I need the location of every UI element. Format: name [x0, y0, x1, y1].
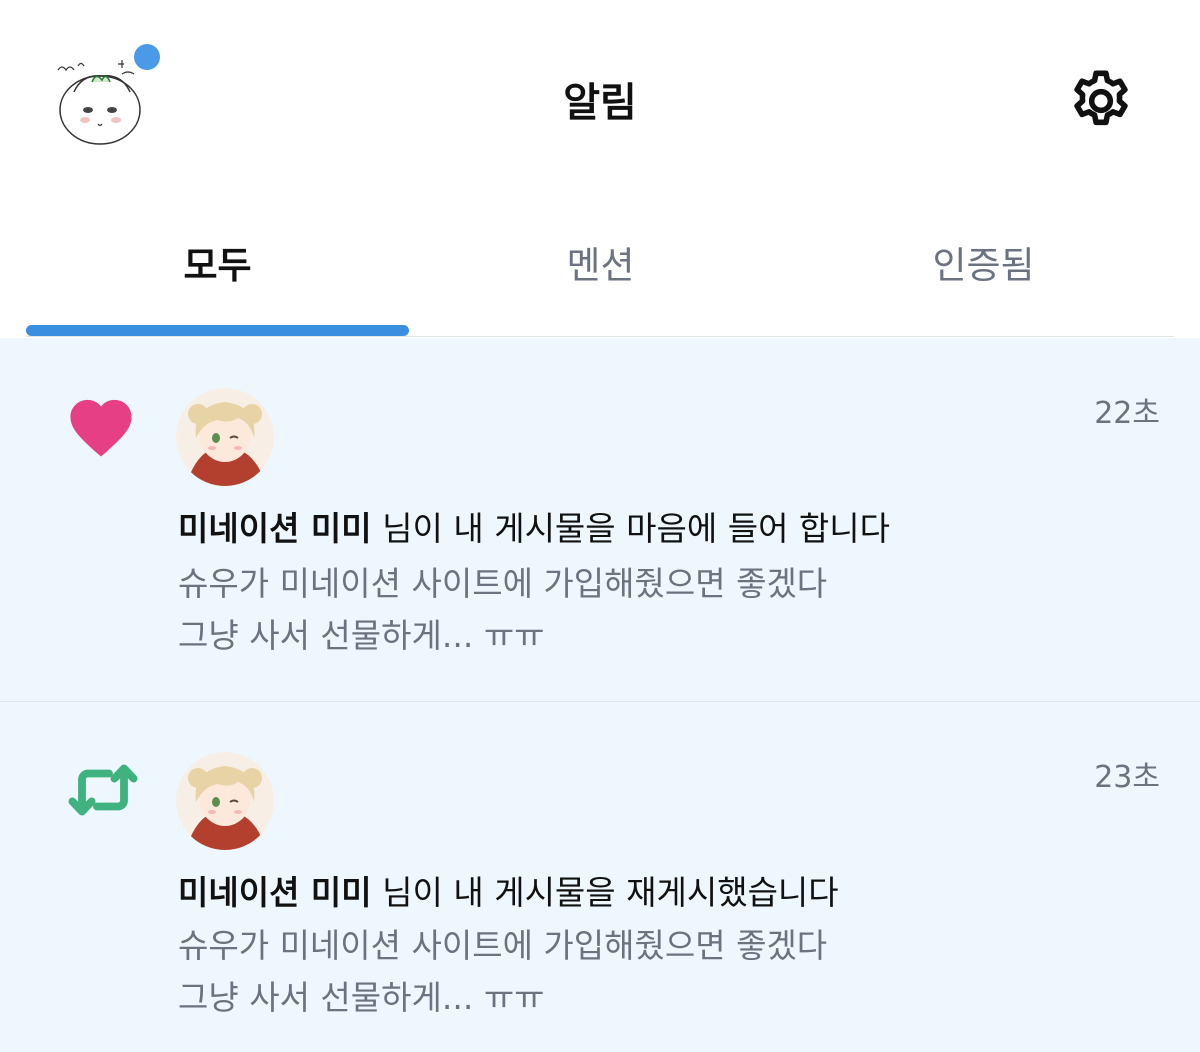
header: 알림 [0, 0, 1200, 195]
notification-action: 님이 내 게시물을 재게시했습니다 [371, 873, 839, 912]
active-tab-indicator [26, 325, 409, 336]
notifications-screen: 알림 모두 멘션 인증됨 22초 미네이션 미미 님이 내 게시물을 마음에 들… [0, 0, 1200, 1052]
preview-line: 슈우가 미네이션 사이트에 가입해줬으면 좋겠다 [178, 926, 828, 965]
repost-icon [66, 760, 138, 824]
notification-item[interactable]: 22초 미네이션 미미 님이 내 게시물을 마음에 들어 합니다 슈우가 미네이… [0, 338, 1200, 702]
avatar[interactable] [176, 388, 274, 486]
settings-button[interactable] [1066, 66, 1136, 136]
post-preview[interactable]: 슈우가 미네이션 사이트에 가입해줬으면 좋겠다 그냥 사서 선물하게... ㅠ… [178, 558, 827, 662]
tab-divider [26, 336, 1174, 337]
avatar[interactable] [176, 752, 274, 850]
notification-text: 미네이션 미미 님이 내 게시물을 재게시했습니다 [178, 866, 839, 914]
preview-line: 그냥 사서 선물하게... ㅠㅠ [178, 978, 545, 1017]
page-title: 알림 [563, 80, 637, 126]
user-name-link[interactable]: 미네이션 미미 [178, 509, 372, 548]
timestamp: 22초 [1094, 396, 1160, 431]
preview-line: 슈우가 미네이션 사이트에 가입해줬으면 좋겠다 [178, 564, 828, 603]
unread-dot [134, 44, 160, 70]
tab-all[interactable]: 모두 [26, 235, 409, 289]
user-name-link[interactable]: 미네이션 미미 [178, 873, 372, 912]
notification-action: 님이 내 게시물을 마음에 들어 합니다 [371, 509, 890, 548]
notification-text: 미네이션 미미 님이 내 게시물을 마음에 들어 합니다 [178, 502, 890, 550]
notification-item[interactable]: 23초 미네이션 미미 님이 내 게시물을 재게시했습니다 슈우가 미네이션 사… [0, 702, 1200, 1052]
tab-bar: 모두 멘션 인증됨 [0, 195, 1200, 338]
tab-mentions[interactable]: 멘션 [409, 235, 792, 289]
timestamp: 23초 [1094, 760, 1160, 795]
post-preview[interactable]: 슈우가 미네이션 사이트에 가입해줬으면 좋겠다 그냥 사서 선물하게... ㅠ… [178, 920, 827, 1024]
tab-verified[interactable]: 인증됨 [792, 235, 1175, 289]
preview-line: 그냥 사서 선물하게... ㅠㅠ [178, 616, 545, 655]
heart-icon [66, 394, 136, 458]
gear-icon [1074, 70, 1128, 126]
